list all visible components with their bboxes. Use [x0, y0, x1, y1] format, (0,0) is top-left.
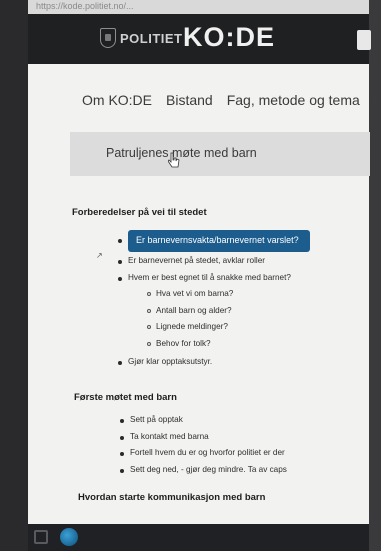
list-item: Behov for tolk?: [147, 336, 233, 353]
police-crest-icon: [100, 28, 116, 48]
task-view-icon[interactable]: [34, 530, 48, 544]
bullet: [118, 239, 122, 243]
main-nav: Om KO:DE Bistand Fag, metode og tema B: [82, 92, 381, 108]
list-item: Ta kontakt med barna: [120, 429, 287, 446]
url-text: https://kode.politiet.no/...: [36, 1, 134, 11]
list-item: Gjør klar opptaksutstyr.: [118, 354, 212, 371]
section-heading-forste-mote: Første møtet med barn: [74, 392, 177, 403]
nav-item-om-kode[interactable]: Om KO:DE: [82, 92, 152, 108]
barnevern-varslet-button[interactable]: Er barnevernsvakta/barnevernet varslet?: [128, 230, 310, 252]
search-input[interactable]: [357, 30, 371, 50]
brand-name[interactable]: POLITIET: [120, 31, 183, 46]
first-meeting-list: Sett på opptak Ta kontakt med barna Fort…: [120, 412, 287, 479]
page-title-bar: Patruljenes møte med barn: [70, 132, 370, 176]
list-item: Antall barn og alder?: [147, 303, 233, 320]
preparation-list: Er barnevernet på stedet, avklar roller …: [118, 253, 291, 287]
nav-item-fag-metode-tema[interactable]: Fag, metode og tema: [227, 92, 360, 108]
screen-bezel-left: [0, 0, 28, 551]
barnevern-varslet-label: Er barnevernsvakta/barnevernet varslet?: [136, 235, 299, 245]
mouse-cursor-icon: [168, 152, 180, 168]
nav-item-truncated[interactable]: B: [374, 92, 381, 108]
site-header: POLITIET KO:DE: [28, 14, 371, 64]
os-taskbar: [28, 524, 369, 551]
list-item: Sett på opptak: [120, 412, 287, 429]
list-item: Lignede meldinger?: [147, 319, 233, 336]
nav-item-bistand[interactable]: Bistand: [166, 92, 213, 108]
preparation-list-end: Gjør klar opptaksutstyr.: [118, 354, 212, 371]
list-item: Sett deg ned, - gjør deg mindre. Ta av c…: [120, 462, 287, 479]
arrow-icon: ↗: [96, 251, 103, 260]
list-item: Er barnevernet på stedet, avklar roller: [118, 253, 291, 270]
list-item: Hvem er best egnet til å snakke med barn…: [118, 270, 291, 287]
list-item: Fortell hvem du er og hvorfor politiet e…: [120, 445, 287, 462]
section-heading-kommunikasjon: Hvordan starte kommunikasjon med barn: [78, 492, 266, 503]
preparation-sublist: Hva vet vi om barna? Antall barn og alde…: [147, 286, 233, 353]
list-item: Hva vet vi om barna?: [147, 286, 233, 303]
section-heading-forberedelser: Forberedelser på vei til stedet: [72, 207, 207, 218]
site-logo[interactable]: KO:DE: [183, 22, 275, 53]
browser-app-icon[interactable]: [60, 528, 78, 546]
page-title: Patruljenes møte med barn: [106, 146, 257, 160]
page-content: Om KO:DE Bistand Fag, metode og tema B P…: [28, 64, 381, 524]
screen-bezel-right: [369, 0, 381, 551]
browser-address-bar[interactable]: https://kode.politiet.no/...: [28, 0, 369, 14]
